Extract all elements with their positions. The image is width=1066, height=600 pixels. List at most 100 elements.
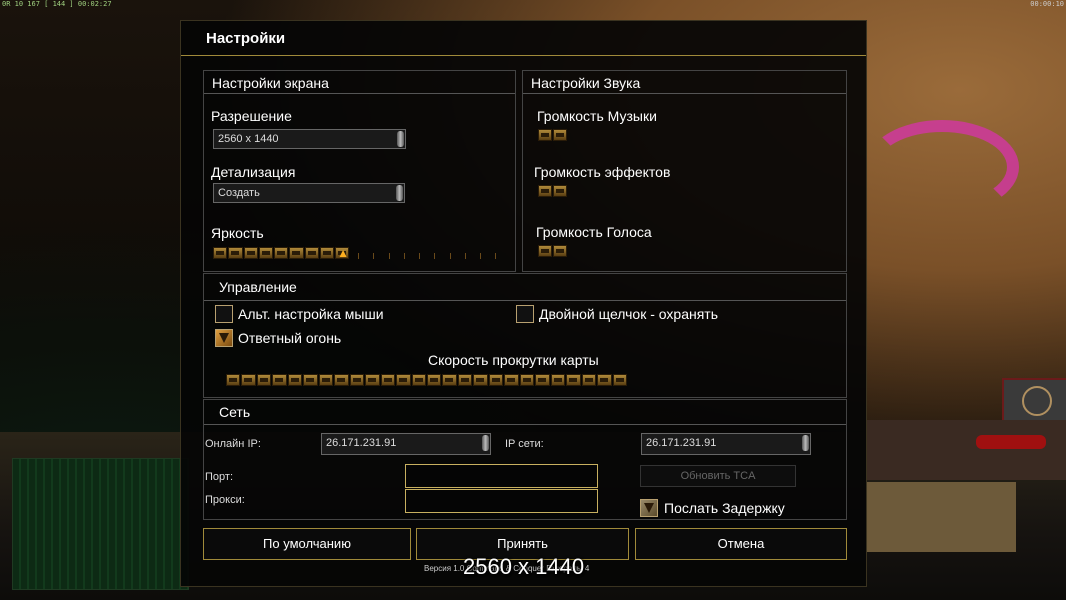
return-fire-label: Ответный огонь	[238, 330, 342, 346]
slider-segment	[519, 374, 535, 386]
brightness-label: Яркость	[211, 225, 264, 241]
port-input[interactable]	[405, 464, 598, 488]
slider-tick	[403, 253, 405, 259]
detail-value: Создать	[218, 187, 260, 199]
slider-segment	[287, 374, 303, 386]
cancel-button[interactable]: Отмена	[635, 528, 847, 560]
slider-tick	[419, 253, 421, 259]
map-marker	[865, 120, 1019, 214]
slider-thumb-icon[interactable]: ▲	[337, 246, 349, 260]
slider-tick	[480, 253, 482, 259]
slider-tick	[434, 253, 436, 259]
online-ip-value: 26.171.231.91	[326, 437, 397, 449]
command-panel	[866, 420, 1066, 480]
radar-icon	[1022, 386, 1052, 416]
scroll-arrow-icon	[482, 435, 489, 451]
sound-settings-title: Настройки Звука	[531, 75, 641, 91]
send-delay-label: Послать Задержку	[664, 500, 785, 516]
slider-segment	[274, 247, 289, 259]
online-ip-dropdown[interactable]: 26.171.231.91	[321, 433, 491, 455]
slider-segment	[538, 185, 552, 197]
alt-mouse-label: Альт. настройка мыши	[238, 306, 384, 322]
slider-segment	[380, 374, 396, 386]
slider-segment	[396, 374, 411, 386]
slider-segment	[241, 374, 256, 386]
scroll-arrow-icon	[396, 185, 403, 201]
slider-segment	[535, 374, 550, 386]
slider-segment	[553, 245, 567, 257]
minimap	[12, 458, 189, 590]
voice-volume-slider[interactable]	[538, 245, 570, 259]
slider-segment	[504, 374, 519, 386]
slider-segment	[304, 247, 319, 259]
dialog-title: Настройки	[206, 30, 286, 47]
settings-dialog: Настройки Настройки экрана Разрешение 25…	[180, 20, 867, 587]
return-fire-checkbox[interactable]	[215, 329, 233, 347]
scroll-arrow-icon	[397, 131, 404, 147]
slider-tick	[388, 253, 390, 259]
slider-segment	[538, 129, 552, 141]
online-ip-label: Онлайн IP:	[205, 438, 261, 450]
panel-header: Сеть	[204, 400, 846, 425]
slider-segment	[349, 374, 365, 386]
slider-segment	[442, 374, 457, 386]
detail-dropdown[interactable]: Создать	[213, 183, 405, 203]
slider-segment	[272, 374, 287, 386]
slider-tick	[358, 253, 359, 259]
slider-segment	[411, 374, 426, 386]
lan-ip-dropdown[interactable]: 26.171.231.91	[641, 433, 811, 455]
slider-segment	[612, 374, 627, 386]
network-title: Сеть	[219, 404, 251, 420]
slider-segment	[243, 247, 258, 259]
proxy-label: Прокси:	[205, 494, 245, 506]
dialog-header: Настройки	[181, 21, 866, 56]
proxy-input[interactable]	[405, 489, 598, 513]
panel-header: Управление	[204, 274, 846, 301]
voice-volume-label: Громкость Голоса	[536, 224, 652, 240]
music-volume-slider[interactable]	[538, 129, 570, 143]
send-delay-checkbox[interactable]	[640, 499, 658, 517]
slider-segment	[256, 374, 272, 386]
slider-segment	[226, 374, 241, 386]
scroll-speed-slider[interactable]	[226, 374, 628, 388]
slider-segment	[258, 247, 274, 259]
defaults-button[interactable]: По умолчанию	[203, 528, 411, 560]
slider-segment	[289, 247, 304, 259]
lan-ip-label: IP сети:	[505, 438, 544, 450]
slider-segment	[566, 374, 581, 386]
port-label: Порт:	[205, 471, 233, 483]
hud-stats: 0R 10 167 [ 144 ] 00:02:27	[2, 0, 112, 8]
resolution-value: 2560 x 1440	[218, 133, 279, 145]
scroll-arrow-icon	[802, 435, 809, 451]
slider-tick	[373, 253, 375, 259]
slider-segment	[597, 374, 612, 386]
hud-timer: 00:00:10	[1030, 0, 1064, 8]
slider-tick	[449, 253, 451, 259]
scroll-speed-label: Скорость прокрутки карты	[428, 352, 599, 368]
effects-volume-slider[interactable]	[538, 185, 570, 199]
slider-segment	[303, 374, 318, 386]
slider-segment	[213, 247, 228, 259]
slider-segment	[488, 374, 504, 386]
slider-segment	[319, 247, 335, 259]
update-tca-button[interactable]: Обновить TCA	[640, 465, 796, 487]
slider-segment	[473, 374, 488, 386]
double-click-checkbox[interactable]	[516, 305, 534, 323]
alt-mouse-checkbox[interactable]	[215, 305, 233, 323]
resolution-dropdown[interactable]: 2560 x 1440	[213, 129, 406, 149]
slider-segment	[550, 374, 566, 386]
slider-segment	[427, 374, 442, 386]
panel-header: Настройки экрана	[204, 71, 515, 94]
detail-label: Детализация	[211, 164, 296, 180]
radar-widget	[1002, 378, 1066, 422]
slider-segment	[553, 185, 567, 197]
brightness-slider[interactable]: ▲	[213, 246, 503, 261]
slider-segment	[553, 129, 567, 141]
control-title: Управление	[219, 279, 297, 295]
slider-segment	[581, 374, 597, 386]
slider-segment	[457, 374, 473, 386]
effects-volume-label: Громкость эффектов	[534, 164, 671, 180]
music-volume-label: Громкость Музыки	[537, 108, 657, 124]
double-click-label: Двойной щелчок - охранять	[539, 306, 719, 322]
slider-segment	[365, 374, 380, 386]
